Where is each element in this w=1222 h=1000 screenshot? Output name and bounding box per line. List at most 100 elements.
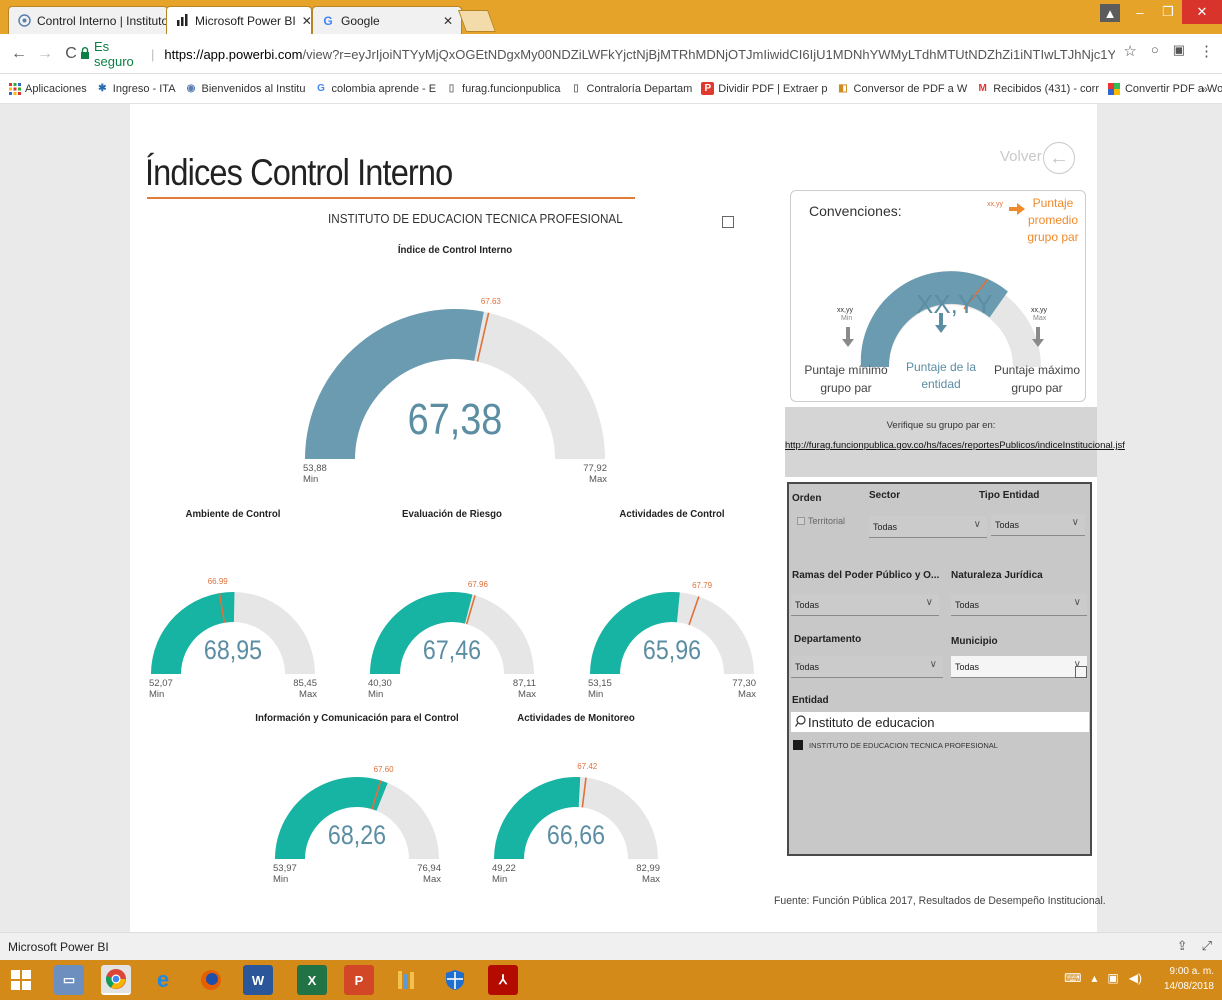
source-note: Fuente: Función Pública 2017, Resultados… (774, 895, 1106, 907)
browser-toolbar: ← → C Es seguro | https://app.powerbi.co… (0, 34, 1222, 74)
volume-icon[interactable]: ◀) (1129, 971, 1142, 985)
bookmark-gmail[interactable]: M Recibidos (431) - corr (976, 82, 1099, 95)
apps-grid-icon (8, 82, 21, 95)
bookmark-star-icon[interactable]: ☆ (1123, 42, 1136, 60)
restore-icon[interactable]: ❐ (1154, 0, 1182, 24)
extension-circle-icon[interactable]: ○ (1151, 42, 1159, 60)
bookmarks-overflow-button[interactable]: » (1201, 82, 1208, 96)
legend-promedio-line: promedio (1027, 213, 1079, 227)
ita-logo-icon: ✱ (98, 83, 107, 94)
file-explorer-icon[interactable]: ▭ (54, 965, 84, 995)
tab-close-icon[interactable]: ✕ (302, 14, 311, 28)
excel-icon[interactable]: X (297, 965, 327, 995)
menu-dots-icon[interactable]: ⋮ (1199, 42, 1214, 60)
institution-favicon-icon (17, 14, 31, 28)
forward-arrow-icon[interactable]: → (32, 45, 58, 63)
legend-min-label: Min (841, 315, 853, 322)
verify-link[interactable]: http://furag.funcionpublica.gov.co/hs/fa… (785, 440, 1125, 451)
edge-icon[interactable]: e (148, 965, 178, 995)
chevron-down-icon: ∨ (1071, 517, 1079, 528)
user-profile-icon[interactable]: ▲ (1100, 4, 1120, 22)
verify-label: Verifique su grupo par en: (886, 420, 996, 431)
filter-sector-dropdown[interactable]: Todas ∨ (869, 516, 987, 538)
filter-sector-value: Todas (873, 521, 898, 532)
filter-departamento-dropdown[interactable]: Todas ∨ (791, 656, 943, 678)
filter-orden-label: Orden (792, 493, 822, 504)
url-host: https://app.powerbi.com (164, 46, 303, 62)
window-close-icon[interactable]: ✕ (1182, 0, 1222, 24)
volver-label[interactable]: Volver (1000, 148, 1042, 165)
word-icon[interactable]: W (243, 965, 273, 995)
filter-ramas-value: Todas (795, 599, 820, 610)
focus-mode-icon[interactable] (1075, 666, 1087, 678)
bookmark-bienvenidos[interactable]: ◉ Bienvenidos al Institu (185, 82, 306, 95)
legend-sample-target: xx,yy (987, 201, 1003, 208)
firefox-icon[interactable] (196, 965, 226, 995)
legend-sample-min: xx,yy (837, 307, 853, 314)
bookmark-label: Recibidos (431) - corr (993, 82, 1099, 95)
taskbar-clock[interactable]: 9:00 a. m. 14/08/2018 (1164, 964, 1214, 994)
colorful-square-icon (1108, 82, 1121, 95)
powerbi-favicon-icon (175, 14, 189, 28)
chrome-icon[interactable] (101, 965, 131, 995)
bookmark-furag[interactable]: ▯ furag.funcionpublica (445, 82, 561, 95)
powerpoint-icon[interactable]: P (344, 965, 374, 995)
bookmark-ingreso-ita[interactable]: ✱ Ingreso - ITA (96, 82, 175, 95)
gauge-min-value: 49,22 (492, 863, 516, 874)
keyboard-icon[interactable]: ⌨ (1064, 971, 1081, 985)
filter-departamento-value: Todas (795, 661, 820, 672)
report-canvas: Índices Control Interno INSTITUTO DE EDU… (0, 104, 1222, 932)
bookmark-colombia-aprende[interactable]: Gcolombia aprende - E (314, 82, 436, 95)
filter-municipio-dropdown[interactable]: Todas ∨ (951, 656, 1087, 678)
legend-entidad-line: entidad (921, 377, 961, 391)
secure-indicator[interactable]: Es seguro (80, 39, 143, 69)
tray-expand-icon[interactable]: ▴ (1091, 971, 1097, 985)
gauge-max-text: Max (642, 874, 660, 885)
entidad-item-label: INSTITUTO DE EDUCACION TECNICA PROFESION… (809, 740, 998, 750)
gauge-min-label: 49,22 Min (492, 863, 516, 885)
tab-close-icon[interactable]: ✕ (443, 14, 453, 28)
browser-tab-power-bi[interactable]: Microsoft Power BI ✕ (166, 6, 312, 34)
address-bar[interactable]: Es seguro | https://app.powerbi.com/view… (80, 39, 1115, 69)
bookmark-label: Bienvenidos al Institu (201, 82, 306, 95)
fullscreen-icon[interactable]: ⤢ (1202, 938, 1212, 954)
acrobat-icon[interactable]: ⅄ (488, 965, 518, 995)
chevron-down-icon: ∨ (925, 597, 933, 608)
legend-down-arrow-min-icon (842, 327, 854, 347)
filter-naturaleza-dropdown[interactable]: Todas ∨ (951, 594, 1087, 616)
legend-sample-max: xx,yy (1031, 307, 1047, 314)
browser-tab-google[interactable]: G Google ✕ (312, 6, 462, 34)
browser-tab-control-interno[interactable]: Control Interno | Instituto ✕ (8, 6, 168, 34)
legend-minimo-text: Puntaje mínimo grupo par (801, 361, 891, 397)
windows-start-icon[interactable] (6, 965, 36, 995)
defender-shield-icon[interactable] (440, 965, 470, 995)
share-icon[interactable]: ⇪ (1177, 938, 1188, 954)
network-icon[interactable]: ▣ (1107, 971, 1118, 985)
bookmark-conversor-pdf[interactable]: ◧ Conversor de PDF a W (837, 82, 968, 95)
minimize-icon[interactable]: – (1126, 0, 1154, 24)
filter-sector-label: Sector (869, 490, 901, 501)
extension-square-icon[interactable]: ▣ (1173, 42, 1185, 60)
filter-departamento-label: Departamento (794, 634, 862, 645)
filter-naturaleza-label: Naturaleza Jurídica (951, 570, 1043, 581)
legend-minimo-line: grupo par (820, 381, 872, 395)
checkbox-icon (797, 517, 805, 525)
filter-orden-option-territorial[interactable]: Territorial (797, 516, 845, 526)
legend-heading: Convenciones: (809, 203, 902, 219)
entidad-list-item[interactable]: INSTITUTO DE EDUCACION TECNICA PROFESION… (793, 740, 998, 750)
bookmark-label: Conversor de PDF a W (853, 82, 968, 95)
legend-max-label: Max (1033, 315, 1047, 322)
bookshelf-icon[interactable] (391, 965, 421, 995)
back-circle-arrow-icon[interactable]: ← (1043, 142, 1075, 174)
gmail-icon: M (978, 83, 987, 94)
url-path: /view?r=eyJrIjoiNTYyMjQxOGEtNDgxMy00NDZi… (302, 46, 1115, 62)
new-tab-button[interactable] (457, 10, 497, 32)
bookmark-contraloria[interactable]: ▯ Contraloría Departam (570, 82, 692, 95)
filter-ramas-dropdown[interactable]: Todas ∨ (791, 594, 939, 616)
address-divider: | (151, 46, 155, 62)
back-arrow-icon[interactable]: ← (6, 45, 32, 63)
bookmark-apps[interactable]: Aplicaciones (8, 82, 87, 95)
bookmark-dividir-pdf[interactable]: P Dividir PDF | Extraer p (701, 82, 828, 95)
filter-tipo-dropdown[interactable]: Todas ∨ (991, 514, 1085, 536)
entidad-search-input[interactable]: Instituto de educacion (791, 712, 1089, 732)
